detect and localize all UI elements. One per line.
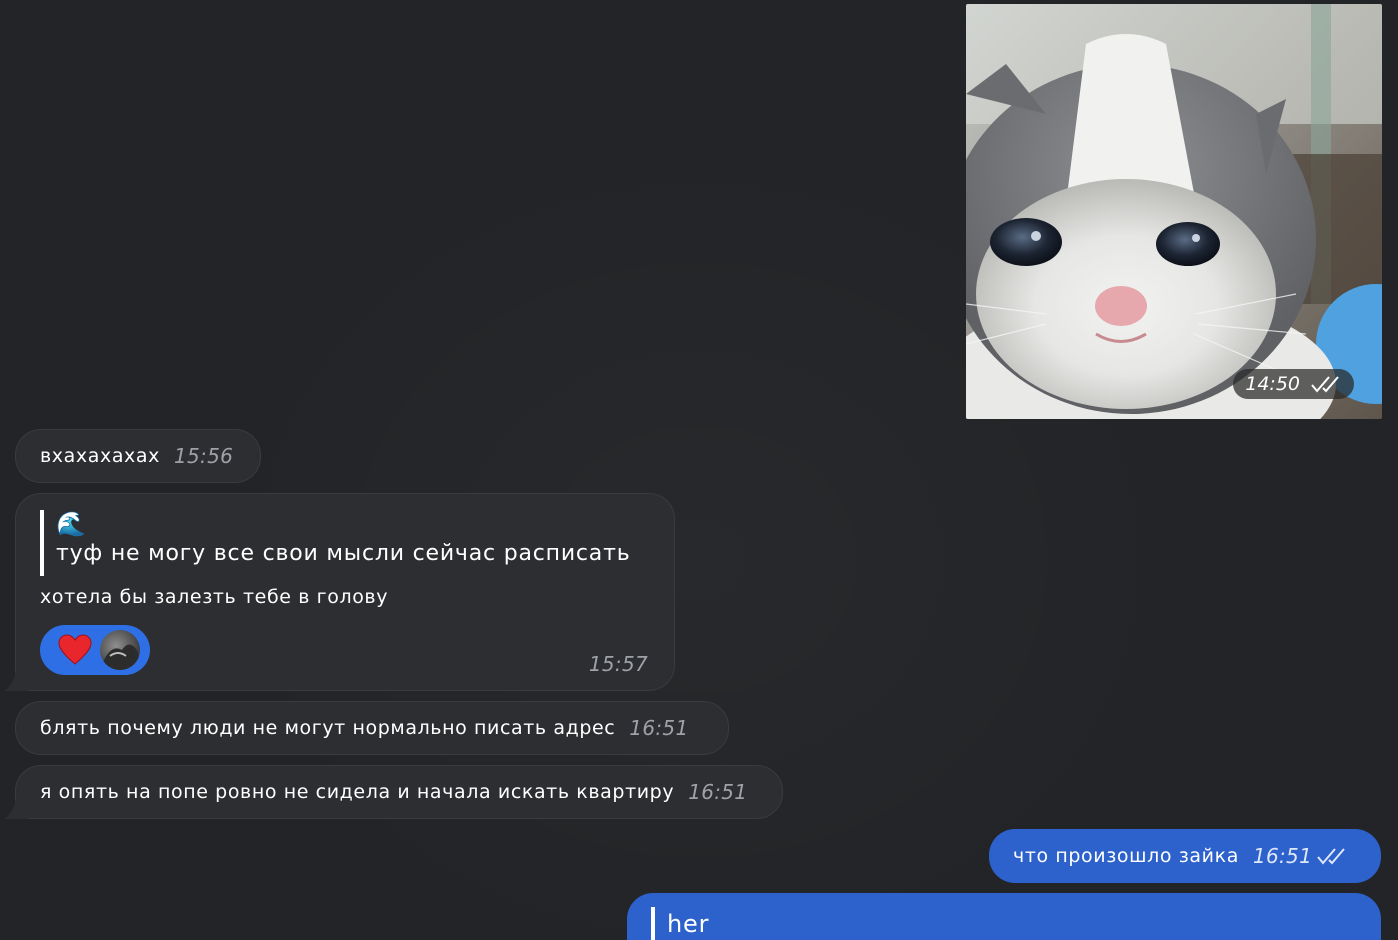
quote-text: her [667,910,710,938]
message-text: блять почему люди не могут нормально пис… [40,717,616,739]
photo-message[interactable]: 14:50 [966,4,1382,419]
double-check-icon [1311,376,1339,393]
bubble-tail [4,669,28,691]
photo-time: 14:50 [1245,373,1300,395]
double-check-icon [1317,848,1345,865]
incoming-message-with-quote[interactable]: 🌊 туф не могу все свои мысли сейчас расп… [4,493,675,691]
incoming-message[interactable]: я опять на попе ровно не сидела и начала… [4,765,783,819]
message-text: вхахахахах [40,445,160,467]
outgoing-message[interactable]: что произошло зайка 16:51 [989,829,1381,883]
kitten-photo [966,4,1382,419]
quote-emoji: 🌊 [56,510,86,538]
reactor-avatar [100,630,140,670]
quote-text: туф не могу все свои мысли сейчас распис… [56,541,631,566]
reactions-pill[interactable] [40,625,150,675]
chat-history[interactable]: 14:50 вхахахахах 15:56 🌊 туф не могу все… [0,0,1398,940]
message-time: 15:56 [174,444,234,468]
message-text: что произошло зайка [1013,845,1239,867]
message-text: я опять на попе ровно не сидела и начала… [40,781,675,803]
quoted-message[interactable]: 🌊 туф не могу все свои мысли сейчас расп… [40,510,630,576]
message-time: 16:51 [688,780,748,804]
message-time: 16:51 [629,716,689,740]
message-time: 16:51 [1252,844,1313,868]
incoming-message[interactable]: вхахахахах 15:56 [15,429,261,483]
photo-time-badge: 14:50 [1233,369,1354,399]
message-text: хотела бы залезть тебе в голову [40,586,389,608]
heart-reaction-icon [58,634,92,665]
incoming-message[interactable]: блять почему люди не могут нормально пис… [15,701,729,755]
bubble-tail [4,797,28,819]
outgoing-message-with-quote[interactable]: her [627,893,1381,940]
quoted-message[interactable]: her [651,907,709,940]
message-time: 15:57 [588,652,648,676]
